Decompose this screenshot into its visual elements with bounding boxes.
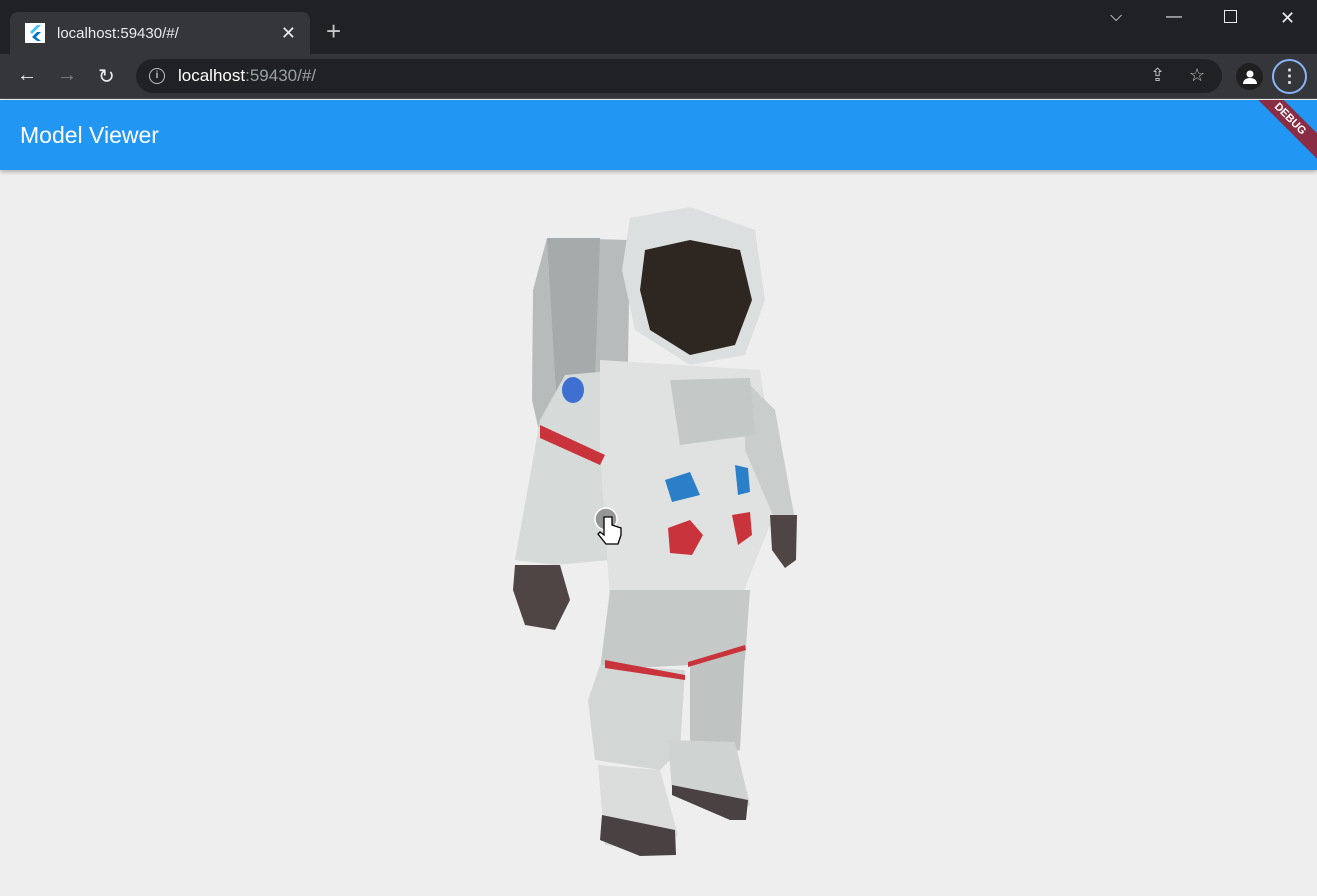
info-icon[interactable]: i xyxy=(149,68,165,84)
app-bar: Model Viewer DEBUG xyxy=(0,100,1317,170)
browser-toolbar: ← → ↻ i localhost:59430/#/ ⇪ ☆ ⋮ xyxy=(0,54,1317,99)
url-path: :59430/#/ xyxy=(245,66,317,85)
address-bar[interactable]: i localhost:59430/#/ ⇪ ☆ xyxy=(136,59,1222,93)
new-tab-button[interactable]: + xyxy=(326,18,341,44)
share-icon[interactable]: ⇪ xyxy=(1150,65,1165,86)
browser-tab[interactable]: localhost:59430/#/ ✕ xyxy=(10,12,310,54)
debug-banner: DEBUG xyxy=(1237,100,1317,170)
tab-title: localhost:59430/#/ xyxy=(57,24,179,42)
menu-icon[interactable]: ⋮ xyxy=(1272,59,1307,94)
forward-icon[interactable]: → xyxy=(57,64,77,87)
page-title: Model Viewer xyxy=(20,122,159,148)
model-viewer[interactable] xyxy=(0,170,1317,891)
minimize-button[interactable]: — xyxy=(1166,8,1182,26)
tab-search-icon[interactable]: ⌵ xyxy=(1110,8,1122,26)
back-icon[interactable]: ← xyxy=(17,64,37,87)
hand-cursor-icon xyxy=(594,507,622,545)
star-icon[interactable]: ☆ xyxy=(1189,65,1205,86)
url-host: localhost xyxy=(178,66,246,85)
maximize-button[interactable] xyxy=(1224,10,1237,23)
astronaut-model[interactable] xyxy=(0,170,1317,891)
flutter-favicon-icon xyxy=(25,23,45,43)
profile-icon[interactable] xyxy=(1236,63,1263,90)
tab-close-icon[interactable]: ✕ xyxy=(281,23,296,44)
browser-titlebar: localhost:59430/#/ ✕ + ⌵ — ✕ xyxy=(0,0,1317,54)
close-window-button[interactable]: ✕ xyxy=(1280,8,1295,29)
reload-icon[interactable]: ↻ xyxy=(98,64,115,89)
